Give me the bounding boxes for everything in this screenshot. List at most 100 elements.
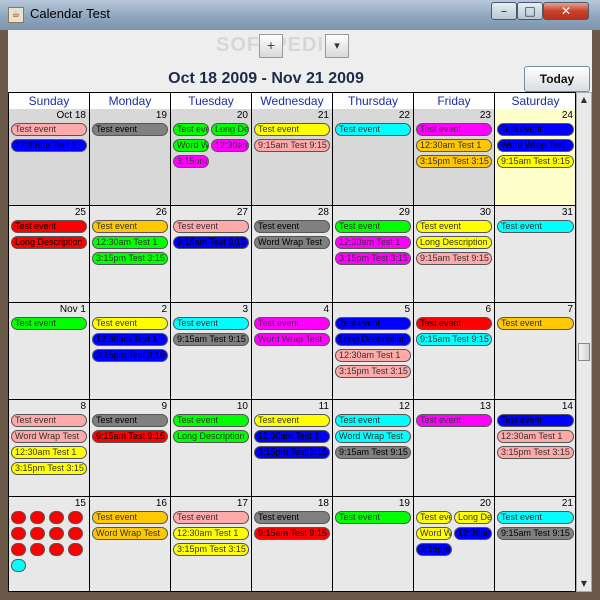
calendar-event[interactable]: 12:30am Test 1 xyxy=(92,236,168,249)
calendar-event[interactable]: 12:30am Test 1 xyxy=(497,430,574,443)
calendar-event[interactable]: 3:15pm Test 3:15 xyxy=(416,155,492,168)
calendar-event[interactable]: Test event xyxy=(416,414,492,427)
day-cell[interactable]: 31 Test event xyxy=(495,206,575,303)
day-cell[interactable]: 5 Test event Long Description 12:30am Test … xyxy=(333,303,414,400)
calendar-event[interactable]: 12:30am Test 1 xyxy=(92,333,168,346)
calendar-event[interactable]: 12:30am Test 1 xyxy=(335,349,411,362)
day-cell[interactable]: 10 Test event Long Description xyxy=(171,400,252,497)
calendar-event[interactable]: 9:15am Test 9:15 xyxy=(173,333,249,346)
calendar-event[interactable]: Test event xyxy=(173,220,249,233)
calendar-event[interactable]: Test event xyxy=(254,220,330,233)
calendar-event[interactable]: 3:15pm Test 3:15 xyxy=(416,543,452,556)
calendar-event[interactable]: 3:15pm Test 3:15 xyxy=(11,462,87,475)
calendar-event[interactable]: Word Wrap Test xyxy=(335,430,411,443)
day-cell[interactable]: 26 Test event 12:30am Test 1 3:15pm Test 3:… xyxy=(90,206,171,303)
calendar-event[interactable]: 3:15pm Test 3:15 xyxy=(92,252,168,265)
day-cell[interactable]: 18 Test event 9:15am Test 9:15 xyxy=(252,497,333,591)
calendar-event[interactable]: Test event xyxy=(416,511,452,524)
day-cell[interactable]: 3 Test event 9:15am Test 9:15 xyxy=(171,303,252,400)
calendar-event[interactable]: 9:15am Test 9:15 xyxy=(497,527,574,540)
calendar-event[interactable]: Test event xyxy=(11,123,87,136)
event-dot[interactable] xyxy=(68,543,83,556)
calendar-event[interactable]: 12:30am Test 1 xyxy=(211,139,249,152)
calendar-event[interactable]: Long Description xyxy=(335,333,411,346)
minimize-button[interactable]: – xyxy=(491,2,517,20)
calendar-event[interactable]: Word Wrap Test xyxy=(254,333,330,346)
day-cell[interactable]: 24 Test event Word Wrap Test 9:15am Test 9:… xyxy=(495,109,575,206)
calendar-event[interactable]: 9:15am Test 9:15 xyxy=(254,527,330,540)
calendar-event[interactable]: 12:30am Test 1 xyxy=(11,446,87,459)
day-cell[interactable]: 22 Test event xyxy=(333,109,414,206)
event-dot[interactable] xyxy=(30,511,45,524)
event-dot[interactable] xyxy=(30,527,45,540)
calendar-event[interactable]: 12:30am Test 1 xyxy=(416,139,492,152)
day-cell[interactable]: 19 Test event xyxy=(90,109,171,206)
calendar-event[interactable]: 9:15am Test 9:15 xyxy=(335,446,411,459)
calendar-event[interactable]: 9:15am Test 9:15 xyxy=(416,252,492,265)
event-dot[interactable] xyxy=(49,511,64,524)
event-dot[interactable] xyxy=(68,511,83,524)
day-cell[interactable]: 7 Test event xyxy=(495,303,575,400)
event-dot[interactable] xyxy=(11,559,26,572)
calendar-event[interactable]: Word Wrap Test xyxy=(416,527,452,540)
day-cell[interactable]: 8 Test event Word Wrap Test 12:30am Test 1 3… xyxy=(9,400,90,497)
calendar-event[interactable]: Test event xyxy=(11,414,87,427)
day-cell[interactable]: 19 Test event xyxy=(333,497,414,591)
calendar-event[interactable]: Test event xyxy=(254,123,330,136)
calendar-event[interactable]: 12:30am Test 1 xyxy=(173,527,249,540)
calendar-event[interactable]: 3:15pm Test 3:15 xyxy=(173,155,209,168)
calendar-event[interactable]: Long Description xyxy=(173,430,249,443)
day-cell[interactable]: 14 Test event 12:30am Test 1 3:15pm Test 3:… xyxy=(495,400,575,497)
scroll-down-arrow-icon[interactable]: ▼ xyxy=(577,577,591,591)
day-cell[interactable]: 25 Test event Long Description xyxy=(9,206,90,303)
calendar-event[interactable]: Test event xyxy=(92,414,168,427)
close-button[interactable]: ✕ xyxy=(543,2,589,20)
event-dot[interactable] xyxy=(49,527,64,540)
calendar-event[interactable]: Long Description xyxy=(211,123,249,136)
event-dot[interactable] xyxy=(68,527,83,540)
day-cell[interactable]: 13 Test event xyxy=(414,400,495,497)
calendar-event[interactable]: 3:15pm Test 3:15 xyxy=(497,446,574,459)
day-cell[interactable]: 4 Test event Word Wrap Test xyxy=(252,303,333,400)
calendar-event[interactable]: Test event xyxy=(92,511,168,524)
calendar-event[interactable]: 12:30am Test 1 xyxy=(254,430,330,443)
calendar-event[interactable]: Long Description xyxy=(454,511,492,524)
event-dot[interactable] xyxy=(49,543,64,556)
calendar-event[interactable]: Test event xyxy=(497,123,574,136)
day-cell[interactable]: 20 Test eventLong DescriptionWord Wrap Te… xyxy=(414,497,495,591)
calendar-event[interactable]: Word Wrap Test xyxy=(11,430,87,443)
calendar-event[interactable]: 9:15am Test 9:15 xyxy=(173,236,249,249)
day-cell[interactable]: 27 Test event 9:15am Test 9:15 xyxy=(171,206,252,303)
day-cell[interactable]: 23 Test event 12:30am Test 1 3:15pm Test 3:… xyxy=(414,109,495,206)
day-cell[interactable]: 6 Test event 9:15am Test 9:15 xyxy=(414,303,495,400)
calendar-event[interactable]: Test event xyxy=(92,123,168,136)
maximize-button[interactable]: □ xyxy=(517,2,543,20)
calendar-event[interactable]: Test event xyxy=(497,414,574,427)
today-button[interactable]: Today xyxy=(524,66,590,92)
calendar-event[interactable]: 9:15am Test 9:15 xyxy=(92,430,168,443)
day-cell[interactable]: 16 Test event Word Wrap Test xyxy=(90,497,171,591)
previous-button[interactable]: + xyxy=(259,34,283,58)
day-cell[interactable]: 12 Test event Word Wrap Test 9:15am Test 9:… xyxy=(333,400,414,497)
calendar-event[interactable]: 12:30am Test 1 xyxy=(454,527,492,540)
calendar-event[interactable]: Word Wrap Test xyxy=(92,527,168,540)
day-cell[interactable]: 21 Test event 9:15am Test 9:15 xyxy=(495,497,575,591)
calendar-event[interactable]: 3:15pm Test 3:15 xyxy=(335,365,411,378)
calendar-event[interactable]: Test event xyxy=(11,220,87,233)
calendar-event[interactable]: Test event xyxy=(173,511,249,524)
calendar-event[interactable]: 3:15pm Test 3:15 xyxy=(92,349,168,362)
vertical-scrollbar[interactable]: ▲ ▼ xyxy=(576,92,592,592)
title-bar[interactable]: ☕ Calendar Test – □ ✕ xyxy=(0,0,600,30)
calendar-event[interactable]: Test event xyxy=(416,317,492,330)
day-cell[interactable]: 20 Test eventLong DescriptionWord Wrap Te… xyxy=(171,109,252,206)
calendar-event[interactable]: Test event xyxy=(254,317,330,330)
calendar-event[interactable]: Test event xyxy=(92,220,168,233)
day-cell[interactable]: 9 Test event 9:15am Test 9:15 xyxy=(90,400,171,497)
calendar-event[interactable]: Word Wrap Test xyxy=(497,139,574,152)
day-cell[interactable]: Oct 18 Test event 12:30am Test 1 xyxy=(9,109,90,206)
day-cell[interactable]: 2 Test event 12:30am Test 1 3:15pm Test 3:1… xyxy=(90,303,171,400)
calendar-event[interactable]: Test event xyxy=(173,123,209,136)
calendar-event[interactable]: 12:30am Test 1 xyxy=(11,139,87,152)
calendar-event[interactable]: Test event xyxy=(254,414,330,427)
calendar-event[interactable]: 9:15am Test 9:15 xyxy=(254,139,330,152)
